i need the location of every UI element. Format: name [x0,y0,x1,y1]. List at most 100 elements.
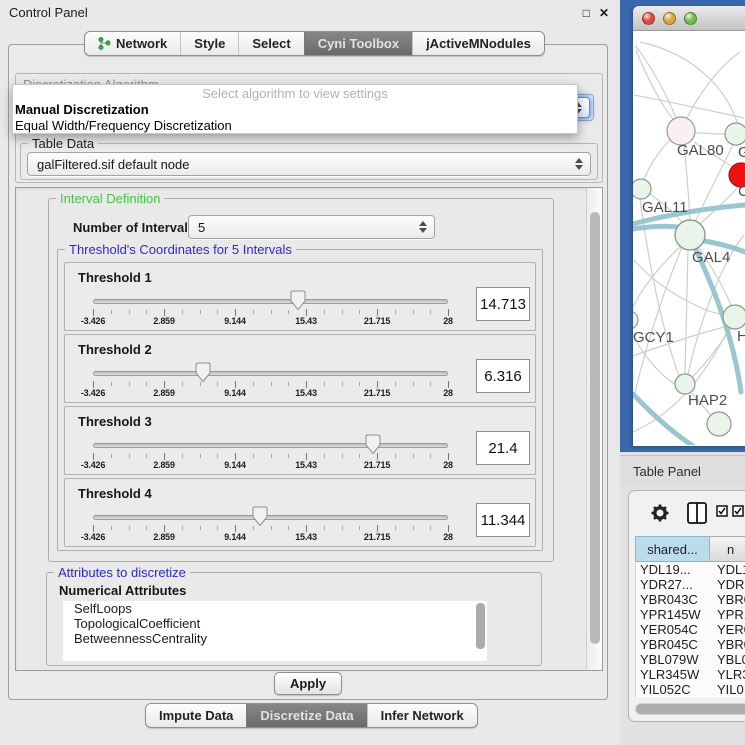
slider-tick [342,526,343,530]
tab-infer-network[interactable]: Infer Network [367,704,477,727]
tab-label: jActiveMNodules [426,36,531,51]
select-columns-checkbox-icon[interactable] [717,506,727,516]
network-edge[interactable] [644,140,670,179]
control-panel: Control Panel □ ✕ NetworkStyleSelectCyni… [0,0,618,745]
network-canvas[interactable]: GAL80GCGAL11GAL4GCY1HHAP2 [633,31,745,445]
tab-network[interactable]: Network [85,32,180,55]
table-cell: YBR043C [636,592,711,607]
network-node[interactable] [725,123,745,145]
network-node[interactable] [707,412,731,436]
dropdown-option[interactable]: Equal Width/Frequency Discretization [13,118,577,134]
slider-track[interactable] [93,299,448,304]
table-row[interactable]: YER054CYER0 [636,622,745,637]
network-edge[interactable] [685,250,688,374]
tab-style[interactable]: Style [180,32,238,55]
table-settings-gear-icon[interactable] [652,505,669,522]
dropdown-option[interactable]: Manual Discretization [13,102,577,118]
network-node[interactable] [675,374,695,394]
slider-tick [253,382,254,386]
slider-tick [324,382,325,386]
mac-zoom-button[interactable] [684,12,697,25]
table-cell: YBL0 [711,652,745,667]
attribute-list-item[interactable]: SelfLoops [63,601,487,616]
network-edge[interactable] [687,52,740,118]
network-edge[interactable] [635,45,676,118]
slider-thumb[interactable] [289,290,307,311]
split-columns-icon[interactable] [688,503,706,523]
table-cell: YDL1 [711,562,745,577]
slider-thumb[interactable] [251,506,269,527]
threshold-value-field[interactable]: 21.4 [476,431,530,465]
slider-tick-label: -3.426 [81,532,105,542]
table-row[interactable]: YDR27...YDR2 [636,577,745,592]
slider-thumb[interactable] [194,362,212,383]
network-window-titlebar[interactable] [633,6,745,31]
table-cell: YLR345W [636,667,711,682]
threshold-value-field[interactable]: 6.316 [476,359,530,393]
slider-track[interactable] [93,443,448,448]
table-column-header[interactable]: n [710,536,745,562]
table-row[interactable]: YBL079WYBL0 [636,652,745,667]
tab-cyni-toolbox[interactable]: Cyni Toolbox [304,32,412,55]
slider-tick [377,381,378,388]
slider-thumb[interactable] [364,434,382,455]
table-cell: YPR1 [711,607,745,622]
dropdown-placeholder: Select algorithm to view settings [13,86,577,102]
thresholds-group-title: Threshold's Coordinates for 5 Intervals [65,242,296,257]
apply-button[interactable]: Apply [274,672,342,695]
numerical-attributes-list[interactable]: SelfLoopsTopologicalCoefficientBetweenne… [63,601,487,661]
table-data-group: Table Data galFiltered.sif default node [20,143,598,180]
network-node-label: GAL11 [642,199,688,216]
table-header-row: shared...n [635,536,745,562]
threshold-value-field[interactable]: 11.344 [476,503,530,537]
select-rows-checkbox-icon[interactable] [733,506,743,516]
close-panel-icon[interactable]: ✕ [599,7,609,19]
network-edge-thick[interactable] [633,394,693,445]
threshold-value-field[interactable]: 14.713 [476,287,530,321]
slider-tick [271,526,272,530]
network-edge[interactable] [633,247,680,311]
table-row[interactable]: YLR345WYLR3 [636,667,745,682]
slider-track[interactable] [93,371,448,376]
attribute-list-item[interactable]: TopologicalCoefficient [63,616,487,631]
settings-scroll-panel: Interval Definition Number of Intervals … [15,187,603,671]
slider-tick [448,381,449,388]
hscrollbar-thumb[interactable] [636,704,745,714]
network-edge[interactable] [640,42,737,122]
network-edge[interactable] [636,50,674,120]
settings-vertical-scrollbar[interactable] [586,188,602,670]
table-row[interactable]: YBR043CYBR0 [636,592,745,607]
slider-tick [377,309,378,316]
table-column-header[interactable]: shared... [635,536,710,562]
table-row[interactable]: YPR145WYPR1 [636,607,745,622]
table-cell: YER054C [636,622,711,637]
slider-track[interactable] [93,515,448,520]
network-window-frame: GAL80GCGAL11GAL4GCY1HHAP2 [620,0,745,452]
network-node[interactable] [667,117,695,145]
table-row[interactable]: YIL052CYIL0 [636,682,745,697]
float-window-icon[interactable]: □ [583,7,590,19]
table-data-combobox[interactable]: galFiltered.sif default node [27,152,591,176]
network-node[interactable] [675,220,705,250]
network-node[interactable] [723,305,745,329]
network-node[interactable] [633,311,638,329]
tab-impute-data[interactable]: Impute Data [146,704,246,727]
slider-tick [164,381,165,388]
table-row[interactable]: YDL19...YDL1 [636,562,745,577]
tab-discretize-data[interactable]: Discretize Data [246,704,366,727]
attributes-list-scrollbar[interactable] [476,603,485,649]
table-row[interactable]: YBR045CYBR0 [636,637,745,652]
number-of-intervals-spinner[interactable]: 5 [188,215,435,239]
mac-close-button[interactable] [642,12,655,25]
table-horizontal-scrollbar[interactable] [635,703,745,715]
slider-tick-label: 9.144 [224,532,246,542]
scrollbar-thumb[interactable] [590,212,600,644]
mac-minimize-button[interactable] [663,12,676,25]
table-panel-titlebar: Table Panel [620,455,745,486]
network-edge[interactable] [695,133,725,134]
attribute-list-item[interactable]: BetweennessCentrality [63,631,487,646]
tab-jactivemnodules[interactable]: jActiveMNodules [412,32,544,55]
tab-select[interactable]: Select [238,32,303,55]
network-node[interactable] [633,179,651,199]
slider-tick [395,454,396,458]
